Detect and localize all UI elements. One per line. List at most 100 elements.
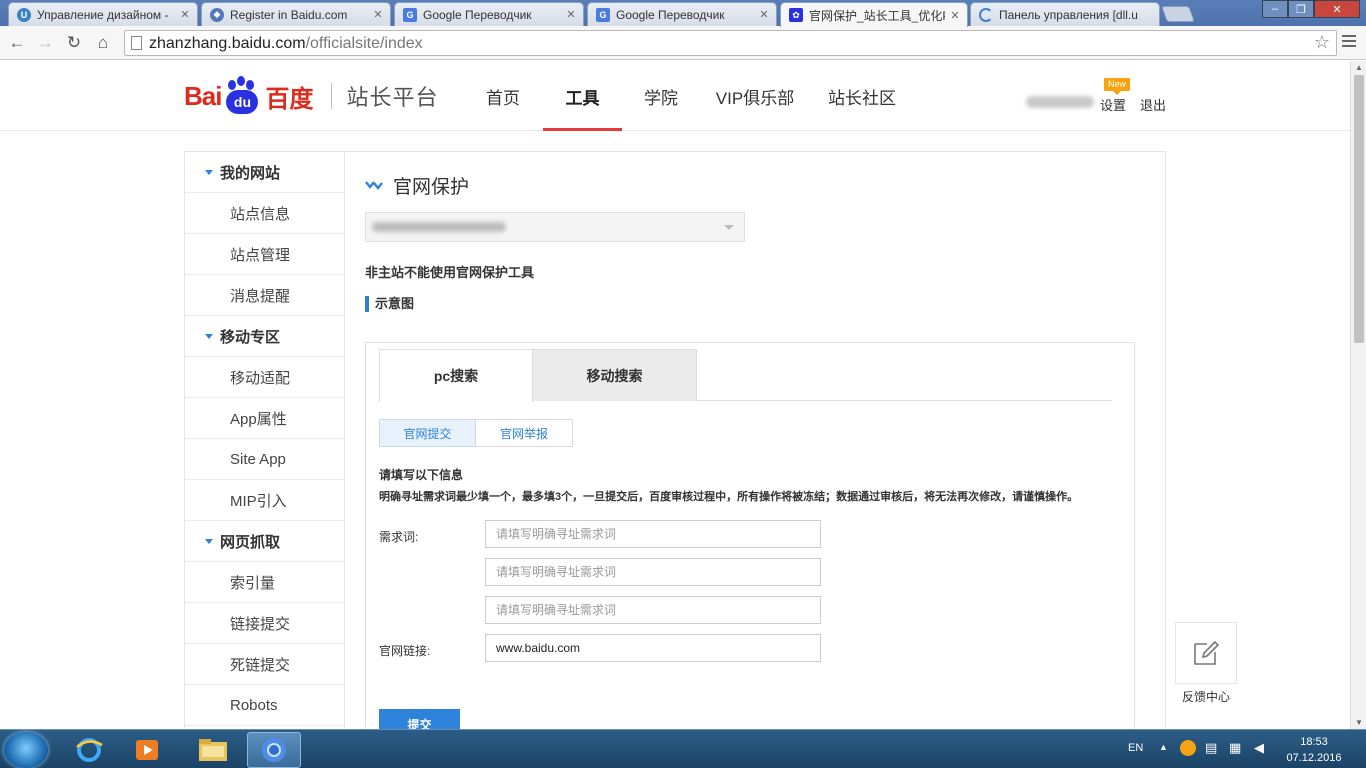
forward-arrow-icon[interactable]: → [34, 32, 56, 54]
sidebar-label: 死链提交 [230, 656, 291, 674]
sidebar-item[interactable]: 站点信息 [185, 193, 345, 234]
network-icon[interactable]: ▦ [1229, 740, 1241, 756]
tab-pc-search[interactable]: pc搜索 [379, 349, 533, 402]
sidebar: 我的网站站点信息站点管理 消息提醒移动专区移动适配 App属性 Site App MIP… [184, 151, 345, 729]
browser-tab-active[interactable]: ✿ 官网保护_站长工具_优化P ✕ [780, 2, 968, 27]
page-viewport: Bai du 百度 站长平台 首页 工具 学院 VIP俱乐部 站长社区 New … [0, 61, 1350, 729]
double-chevron-icon [365, 178, 383, 194]
clipboard-icon[interactable]: ▤ [1205, 740, 1217, 756]
nav-tools[interactable]: 工具 [543, 61, 622, 131]
sidebar-item[interactable]: MIP引入 [185, 480, 345, 521]
subtab-submit-official[interactable]: 官网提交 [379, 419, 476, 447]
sidebar-item[interactable]: Robots [185, 685, 345, 726]
address-bar[interactable]: zhanzhang.baidu.com/officialsite/index ☆ [124, 30, 1337, 56]
sidebar-item[interactable]: Site App [185, 439, 345, 480]
sidebar-item[interactable]: 死链提交 [185, 644, 345, 685]
scroll-thumb[interactable] [1354, 75, 1364, 343]
internet-explorer-icon[interactable] [62, 732, 116, 768]
back-arrow-icon[interactable]: ← [6, 32, 28, 54]
subtab-report-official[interactable]: 官网举报 [476, 419, 573, 447]
url-text[interactable]: zhanzhang.baidu.com/officialsite/index [149, 35, 423, 53]
site-header: Bai du 百度 站长平台 首页 工具 学院 VIP俱乐部 站长社区 New … [0, 61, 1350, 131]
sidebar-label: 移动专区 [220, 328, 281, 346]
caret-down-icon [205, 333, 213, 339]
close-window-button[interactable]: ✕ [1314, 0, 1360, 18]
bookmark-star-icon[interactable]: ☆ [1314, 32, 1330, 53]
google-translate-icon: G [403, 7, 417, 22]
sidebar-item[interactable]: 索引量 [185, 562, 345, 603]
maximize-button[interactable]: ❐ [1288, 0, 1314, 18]
sidebar-item[interactable]: 链接提交 [185, 603, 345, 644]
feedback-button[interactable] [1175, 622, 1237, 684]
settings-link[interactable]: 设置 [1100, 95, 1126, 114]
u-site-icon: U [17, 7, 31, 22]
sidebar-label: Robots [230, 696, 278, 714]
loading-spinner-icon [979, 7, 993, 22]
browser-toolbar: ← → ↻ ⌂ zhanzhang.baidu.com/officialsite… [0, 26, 1366, 60]
sidebar-item[interactable]: 站点管理 [185, 234, 345, 275]
show-hidden-icons[interactable]: ▲ [1159, 742, 1168, 752]
volume-icon[interactable]: ◀ [1254, 740, 1264, 756]
clock-date: 07.12.2016 [1286, 752, 1342, 764]
feedback-label[interactable]: 反馈中心 [1164, 688, 1248, 705]
new-tab-button[interactable] [1161, 6, 1195, 22]
submit-button[interactable]: 提交 [379, 709, 460, 729]
page-title: 官网保护 [393, 177, 470, 198]
minimize-button[interactable]: ‒ [1262, 0, 1288, 18]
keyword-input-1[interactable] [485, 520, 821, 548]
username-blurred[interactable] [1026, 96, 1094, 108]
nav-community[interactable]: 站长社区 [820, 61, 904, 131]
tab-mobile-search[interactable]: 移动搜索 [532, 349, 697, 401]
official-link-input[interactable] [485, 634, 821, 662]
sidebar-group-header[interactable]: 移动专区 [185, 316, 345, 357]
site-select[interactable] [365, 212, 745, 242]
sidebar-group-header[interactable]: 我的网站 [185, 152, 345, 193]
close-tab-icon[interactable]: ✕ [949, 9, 961, 22]
sidebar-label: 索引量 [230, 574, 276, 592]
windows-taskbar: EN ▲ ▤ ▦ ◀ 18:53 07.12.2016 [0, 729, 1366, 768]
browser-tab[interactable]: G Google Переводчик ✕ [394, 2, 584, 26]
logout-link[interactable]: 退出 [1140, 95, 1166, 114]
nav-home[interactable]: 首页 [469, 61, 537, 131]
baidu-paw-icon: ✿ [789, 8, 803, 22]
keyword-input-2[interactable] [485, 558, 821, 586]
sidebar-label: 链接提交 [230, 615, 291, 633]
scroll-down-arrow-icon[interactable]: ▼ [1355, 718, 1363, 727]
home-icon[interactable]: ⌂ [92, 32, 114, 54]
browser-menu-icon[interactable] [1342, 35, 1356, 50]
browser-tab[interactable]: ◆ Register in Baidu.com ✕ [201, 2, 391, 26]
close-tab-icon[interactable]: ✕ [372, 8, 384, 21]
sidebar-item[interactable]: App属性 [185, 398, 345, 439]
sidebar-item[interactable]: 移动适配 [185, 357, 345, 398]
browser-tab-bar: U Управление дизайном - ✕ ◆ Register in … [0, 0, 1366, 27]
baidu-logo[interactable]: Bai du 百度 站长平台 [184, 73, 438, 119]
start-button[interactable] [4, 732, 48, 768]
browser-tab[interactable]: G Google Переводчик ✕ [587, 2, 777, 26]
section-heading: 示意图 [365, 296, 414, 312]
caret-down-icon [205, 538, 213, 544]
keyword-label: 需求词: [379, 530, 419, 544]
reload-icon[interactable]: ↻ [63, 32, 85, 54]
nav-academy[interactable]: 学院 [627, 61, 695, 131]
close-tab-icon[interactable]: ✕ [758, 8, 770, 21]
close-tab-icon[interactable]: ✕ [565, 8, 577, 21]
sidebar-group-header[interactable]: 网页抓取 [185, 521, 345, 562]
media-player-icon[interactable] [120, 732, 174, 768]
browser-tab[interactable]: U Управление дизайном - ✕ [8, 2, 198, 26]
language-indicator[interactable]: EN [1128, 742, 1143, 754]
sidebar-label: 站点信息 [230, 205, 291, 223]
google-translate-icon: G [596, 7, 610, 22]
close-tab-icon[interactable]: ✕ [179, 8, 191, 21]
page-scrollbar[interactable]: ▲ ▼ [1350, 61, 1366, 729]
sidebar-item[interactable]: 消息提醒 [185, 275, 345, 316]
system-clock[interactable]: 18:53 07.12.2016 [1282, 734, 1346, 766]
scroll-up-arrow-icon[interactable]: ▲ [1355, 63, 1363, 72]
tray-app-icon[interactable] [1180, 740, 1196, 756]
baidu-paw-icon: du [222, 76, 262, 116]
nav-vip-club[interactable]: VIP俱乐部 [709, 61, 801, 131]
keyword-input-3[interactable] [485, 596, 821, 624]
browser-tab[interactable]: Панель управления [dll.u [970, 2, 1160, 26]
chrome-icon[interactable] [247, 732, 301, 768]
file-explorer-icon[interactable] [186, 732, 240, 768]
main-content: 官网保护 非主站不能使用官网保护工具 示意图 pc搜索 移动搜索 官网提交 官网… [344, 151, 1166, 729]
